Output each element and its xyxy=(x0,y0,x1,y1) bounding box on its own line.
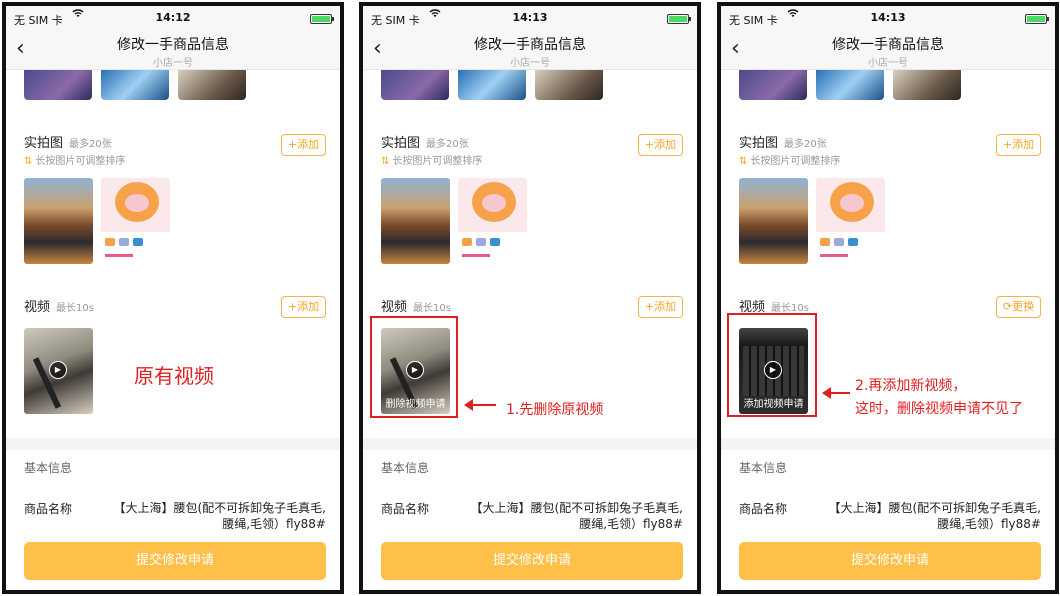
sort-hint-text: 长按图片可调整排序 xyxy=(35,156,126,167)
thumbnail-image[interactable] xyxy=(458,70,526,100)
status-bar: 无 SIM 卡 14:12 xyxy=(6,6,340,30)
product-name-label: 商品名称 xyxy=(739,502,788,516)
thumbnail-image[interactable] xyxy=(893,70,961,100)
play-icon[interactable]: ▶ xyxy=(49,361,67,379)
thumbnail-image[interactable] xyxy=(24,70,92,100)
thumbnail-image[interactable] xyxy=(739,70,807,100)
status-bar: 无 SIM 卡 14:13 xyxy=(721,6,1055,30)
photo-cartoon-image[interactable] xyxy=(458,178,527,264)
photos-limit-hint: 最多20张 xyxy=(784,139,827,150)
annotation-arrow xyxy=(822,387,850,399)
annotation-step2-line1: 2.再添加新视频， xyxy=(855,378,967,394)
video-title-text: 视频 xyxy=(24,300,51,315)
photos-limit-hint: 最多20张 xyxy=(426,139,469,150)
sort-icon: ⇅ xyxy=(739,156,748,167)
cartoon-character xyxy=(115,182,159,222)
photos-title-text: 实拍图 xyxy=(739,136,779,151)
annotation-step1: 1.先删除原视频 xyxy=(506,402,604,418)
product-name-label: 商品名称 xyxy=(381,502,430,516)
photo-city-image[interactable] xyxy=(739,178,808,264)
sort-icon: ⇅ xyxy=(24,156,33,167)
cartoon-banner xyxy=(816,232,885,264)
video-section-title: 视频 最长10s xyxy=(381,296,451,315)
section-divider xyxy=(721,438,1055,450)
sort-hint: ⇅ 长按图片可调整排序 xyxy=(739,152,840,167)
add-photo-button[interactable]: +添加 xyxy=(996,134,1041,156)
phone-screen-2: 无 SIM 卡 14:13 ‹ 修改一手商品信息 小店一号 实拍图 最多20张 ⇅… xyxy=(359,2,701,594)
submit-button[interactable]: 提交修改申请 xyxy=(24,542,326,580)
status-time: 14:13 xyxy=(870,11,906,24)
thumbnail-image[interactable] xyxy=(535,70,603,100)
cartoon-character xyxy=(472,182,516,222)
annotation-highlight-box xyxy=(370,316,458,418)
basic-info-title: 基本信息 xyxy=(739,461,788,475)
sort-hint-text: 长按图片可调整排序 xyxy=(750,156,841,167)
product-name-value[interactable]: 【大上海】腰包(配不可拆卸兔子毛真毛,腰绳,毛领）fly88# xyxy=(817,500,1042,532)
add-photo-button[interactable]: +添加 xyxy=(281,134,326,156)
video-title-text: 视频 xyxy=(381,300,408,315)
photos-section-title: 实拍图 最多20张 xyxy=(739,132,827,151)
page-subtitle: 小店一号 xyxy=(868,58,908,69)
replace-video-button[interactable]: ⟳更换 xyxy=(996,296,1041,318)
annotation-highlight-box xyxy=(727,313,817,417)
cartoon-banner xyxy=(101,232,170,264)
section-divider xyxy=(363,438,697,450)
thumbnail-image[interactable] xyxy=(101,70,169,100)
nav-bar: ‹ 修改一手商品信息 小店一号 xyxy=(721,30,1055,70)
page-title: 修改一手商品信息 xyxy=(474,37,586,53)
page-subtitle: 小店一号 xyxy=(510,58,550,69)
annotation-step2-line2: 这时，删除视频申请不见了 xyxy=(855,401,1023,417)
video-thumbnail[interactable]: ▶ xyxy=(24,328,93,414)
photos-limit-hint: 最多20张 xyxy=(69,139,112,150)
sort-hint: ⇅ 长按图片可调整排序 xyxy=(24,152,125,167)
product-name-value[interactable]: 【大上海】腰包(配不可拆卸兔子毛真毛,腰绳,毛领）fly88# xyxy=(102,500,327,532)
submit-button[interactable]: 提交修改申请 xyxy=(739,542,1041,580)
video-section-title: 视频 最长10s xyxy=(24,296,94,315)
sort-hint-text: 长按图片可调整排序 xyxy=(392,156,483,167)
add-video-button[interactable]: +添加 xyxy=(281,296,326,318)
add-video-button[interactable]: +添加 xyxy=(638,296,683,318)
status-time: 14:12 xyxy=(155,11,191,24)
photos-title-text: 实拍图 xyxy=(24,136,64,151)
product-name-label: 商品名称 xyxy=(24,502,73,516)
photos-title-text: 实拍图 xyxy=(381,136,421,151)
status-bar: 无 SIM 卡 14:13 xyxy=(363,6,697,30)
battery-icon xyxy=(310,14,334,24)
photo-city-image[interactable] xyxy=(24,178,93,264)
thumbnail-image[interactable] xyxy=(381,70,449,100)
photo-cartoon-image[interactable] xyxy=(816,178,885,264)
page-title: 修改一手商品信息 xyxy=(117,37,229,53)
status-time: 14:13 xyxy=(512,11,548,24)
thumbnail-image[interactable] xyxy=(178,70,246,100)
add-photo-button[interactable]: +添加 xyxy=(638,134,683,156)
photos-section-title: 实拍图 最多20张 xyxy=(24,132,112,151)
basic-info-title: 基本信息 xyxy=(24,461,73,475)
thumbnail-image[interactable] xyxy=(816,70,884,100)
photo-city-image[interactable] xyxy=(381,178,450,264)
basic-info-title: 基本信息 xyxy=(381,461,430,475)
battery-icon xyxy=(667,14,691,24)
sort-hint: ⇅ 长按图片可调整排序 xyxy=(381,152,482,167)
battery-icon xyxy=(1025,14,1049,24)
nav-bar: ‹ 修改一手商品信息 小店一号 xyxy=(363,30,697,70)
sort-icon: ⇅ xyxy=(381,156,390,167)
nav-bar: ‹ 修改一手商品信息 小店一号 xyxy=(6,30,340,70)
submit-button[interactable]: 提交修改申请 xyxy=(381,542,683,580)
cartoon-banner xyxy=(458,232,527,264)
product-name-value[interactable]: 【大上海】腰包(配不可拆卸兔子毛真毛,腰绳,毛领）fly88# xyxy=(459,500,684,532)
comparison-stage: 无 SIM 卡 14:12 ‹ 修改一手商品信息 小店一号 实拍图 最多20张 ⇅… xyxy=(0,0,1060,596)
section-divider xyxy=(6,438,340,450)
cartoon-character xyxy=(830,182,874,222)
annotation-original-video: 原有视频 xyxy=(134,364,214,388)
photos-section-title: 实拍图 最多20张 xyxy=(381,132,469,151)
video-limit-hint: 最长10s xyxy=(413,303,451,314)
page-title: 修改一手商品信息 xyxy=(832,37,944,53)
video-limit-hint: 最长10s xyxy=(56,303,94,314)
phone-screen-1: 无 SIM 卡 14:12 ‹ 修改一手商品信息 小店一号 实拍图 最多20张 ⇅… xyxy=(2,2,344,594)
phone-screen-3: 无 SIM 卡 14:13 ‹ 修改一手商品信息 小店一号 实拍图 最多20张 ⇅… xyxy=(717,2,1059,594)
page-subtitle: 小店一号 xyxy=(153,58,193,69)
annotation-arrow xyxy=(464,399,496,411)
photo-cartoon-image[interactable] xyxy=(101,178,170,264)
